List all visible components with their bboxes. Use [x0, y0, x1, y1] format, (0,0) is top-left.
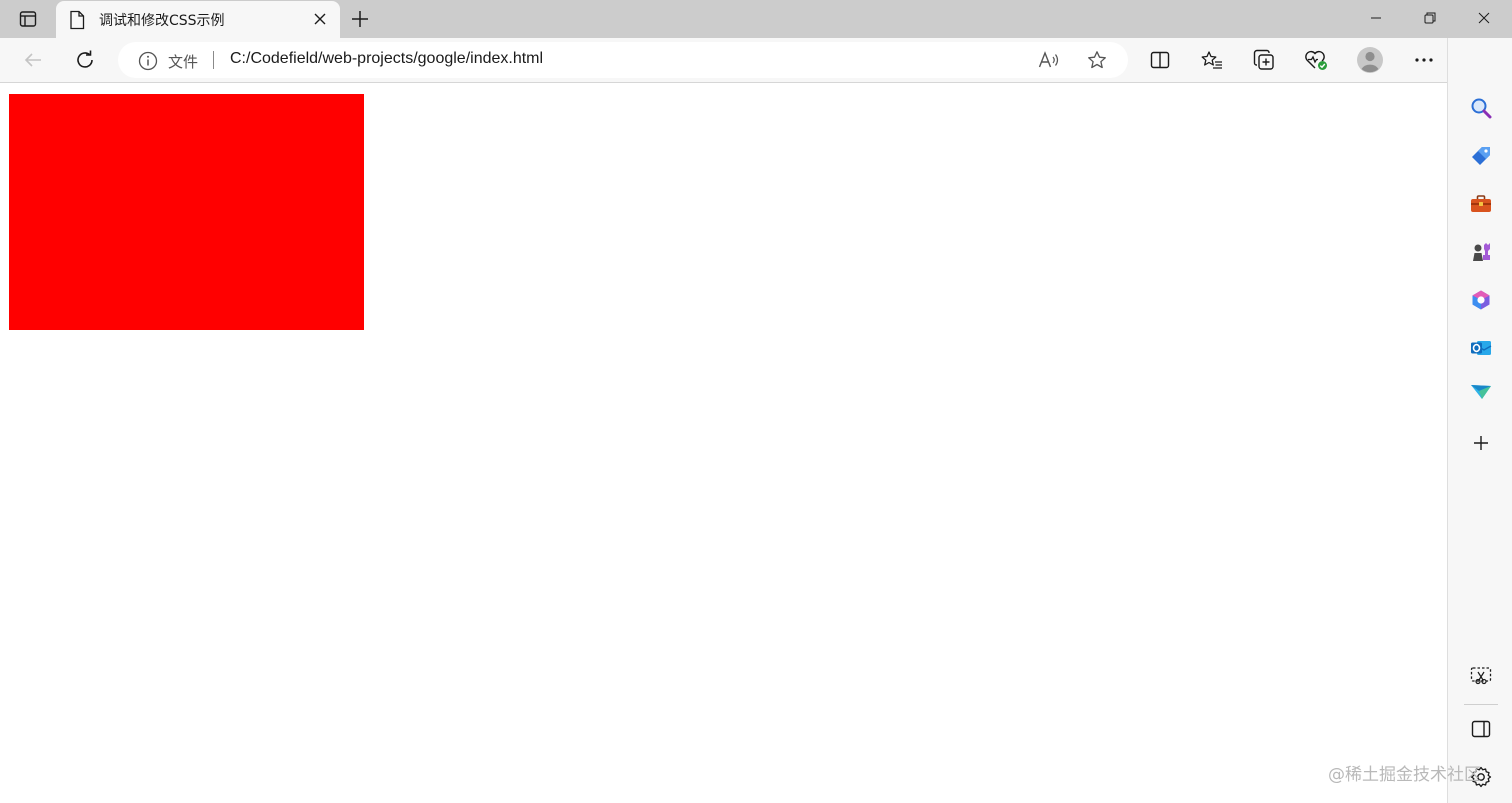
profile-button[interactable] [1353, 44, 1387, 76]
info-icon[interactable] [138, 51, 158, 71]
read-aloud-button[interactable] [1036, 49, 1062, 71]
tab-active[interactable]: 调试和修改CSS示例 [56, 1, 340, 38]
address-bar[interactable]: 文件 C:/Codefield/web-projects/google/inde… [118, 42, 1128, 78]
send-icon [1471, 385, 1491, 399]
favorites-icon [1201, 51, 1222, 69]
sidebar-search-button[interactable] [1466, 93, 1496, 123]
sidebar-shopping-button[interactable] [1466, 141, 1496, 171]
restore-icon [1424, 12, 1436, 24]
browser-essentials-icon [1305, 50, 1327, 70]
split-screen-button[interactable] [1143, 44, 1177, 76]
url-text[interactable]: C:/Codefield/web-projects/google/index.h… [230, 50, 543, 68]
screenshot-icon [1470, 667, 1492, 685]
sidebar-outlook-button[interactable] [1466, 333, 1496, 363]
games-icon [1473, 243, 1490, 261]
read-aloud-icon [1038, 51, 1059, 68]
split-screen-icon [1150, 51, 1170, 69]
browser-essentials-button[interactable] [1299, 44, 1333, 76]
sidebar-office-button[interactable] [1466, 285, 1496, 315]
profile-icon [1357, 47, 1383, 73]
sidebar-send-button[interactable] [1466, 377, 1496, 407]
red-box [9, 94, 364, 330]
office-icon [1472, 290, 1490, 310]
add-icon [1474, 436, 1488, 450]
hide-sidebar-button[interactable] [1466, 714, 1496, 744]
close-icon [314, 13, 326, 25]
new-tab-button[interactable] [346, 6, 374, 32]
minimize-button[interactable] [1353, 5, 1399, 31]
sidebar-tools-button[interactable] [1466, 189, 1496, 219]
sidebar-divider [1464, 704, 1498, 705]
outlook-icon [1471, 341, 1492, 355]
back-button[interactable] [16, 44, 50, 76]
minimize-icon [1371, 17, 1381, 19]
tools-icon [1471, 195, 1491, 212]
collections-icon [1253, 49, 1274, 70]
more-button[interactable] [1407, 44, 1441, 76]
favorite-star-icon [1088, 51, 1106, 69]
edge-sidebar [1447, 38, 1512, 803]
sidebar-screenshot-button[interactable] [1466, 661, 1496, 691]
restore-button[interactable] [1407, 5, 1453, 31]
refresh-button[interactable] [68, 44, 102, 76]
navigation-toolbar: 文件 C:/Codefield/web-projects/google/inde… [0, 38, 1512, 83]
tab-close-button[interactable] [310, 9, 330, 29]
window-close-icon [1478, 12, 1490, 24]
tab-actions-icon [19, 11, 37, 27]
search-icon [1471, 98, 1492, 119]
plus-icon [352, 11, 368, 27]
watermark-text: @稀土掘金技术社区 [1328, 765, 1481, 785]
page-icon [70, 10, 85, 30]
tab-actions-button[interactable] [10, 6, 46, 32]
favorite-button[interactable] [1084, 49, 1110, 71]
more-icon [1415, 58, 1433, 62]
sidebar-add-button[interactable] [1466, 428, 1496, 458]
window-close-button[interactable] [1461, 5, 1507, 31]
shopping-tag-icon [1472, 147, 1490, 165]
scheme-label: 文件 [168, 53, 199, 71]
address-separator [213, 51, 214, 69]
refresh-icon [77, 50, 93, 68]
sidebar-games-button[interactable] [1466, 237, 1496, 267]
back-icon [24, 53, 41, 67]
page-viewport [0, 84, 1447, 803]
favorites-button[interactable] [1195, 44, 1229, 76]
collections-button[interactable] [1247, 44, 1281, 76]
tab-strip: 调试和修改CSS示例 [0, 0, 1512, 38]
hide-sidebar-icon [1471, 720, 1491, 738]
tab-title: 调试和修改CSS示例 [99, 13, 225, 29]
